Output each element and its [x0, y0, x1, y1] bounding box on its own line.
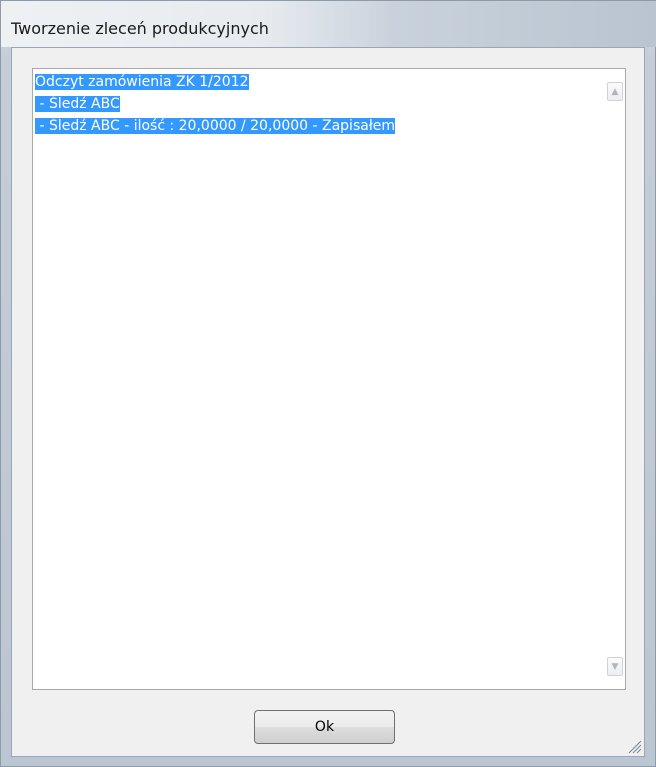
log-line: - Śledź ABC - ilość : 20,0000 / 20,0000 …	[35, 118, 396, 134]
title-bar[interactable]: Tworzenie zleceń produkcyjnych	[1, 1, 656, 47]
log-textarea[interactable]: Odczyt zamówienia ZK 1/2012 - Śledź ABC …	[32, 68, 626, 690]
log-line: Odczyt zamówienia ZK 1/2012	[35, 74, 249, 90]
log-line: - Śledź ABC	[35, 96, 120, 112]
scroll-down-button[interactable]: ▼	[607, 657, 623, 676]
ok-button[interactable]: Ok	[254, 710, 395, 744]
dialog-window: Tworzenie zleceń produkcyjnych Odczyt za…	[0, 0, 656, 767]
resize-grip-icon[interactable]	[626, 738, 642, 754]
dialog-body: Odczyt zamówienia ZK 1/2012 - Śledź ABC …	[11, 47, 645, 757]
vertical-scrollbar[interactable]: ▲ ▼	[606, 69, 625, 689]
chevron-up-icon: ▲	[611, 86, 619, 97]
chevron-down-icon: ▼	[611, 661, 619, 672]
window-title: Tworzenie zleceń produkcyjnych	[11, 19, 269, 38]
log-text: Odczyt zamówienia ZK 1/2012 - Śledź ABC …	[35, 71, 607, 137]
scroll-up-button[interactable]: ▲	[607, 82, 623, 101]
